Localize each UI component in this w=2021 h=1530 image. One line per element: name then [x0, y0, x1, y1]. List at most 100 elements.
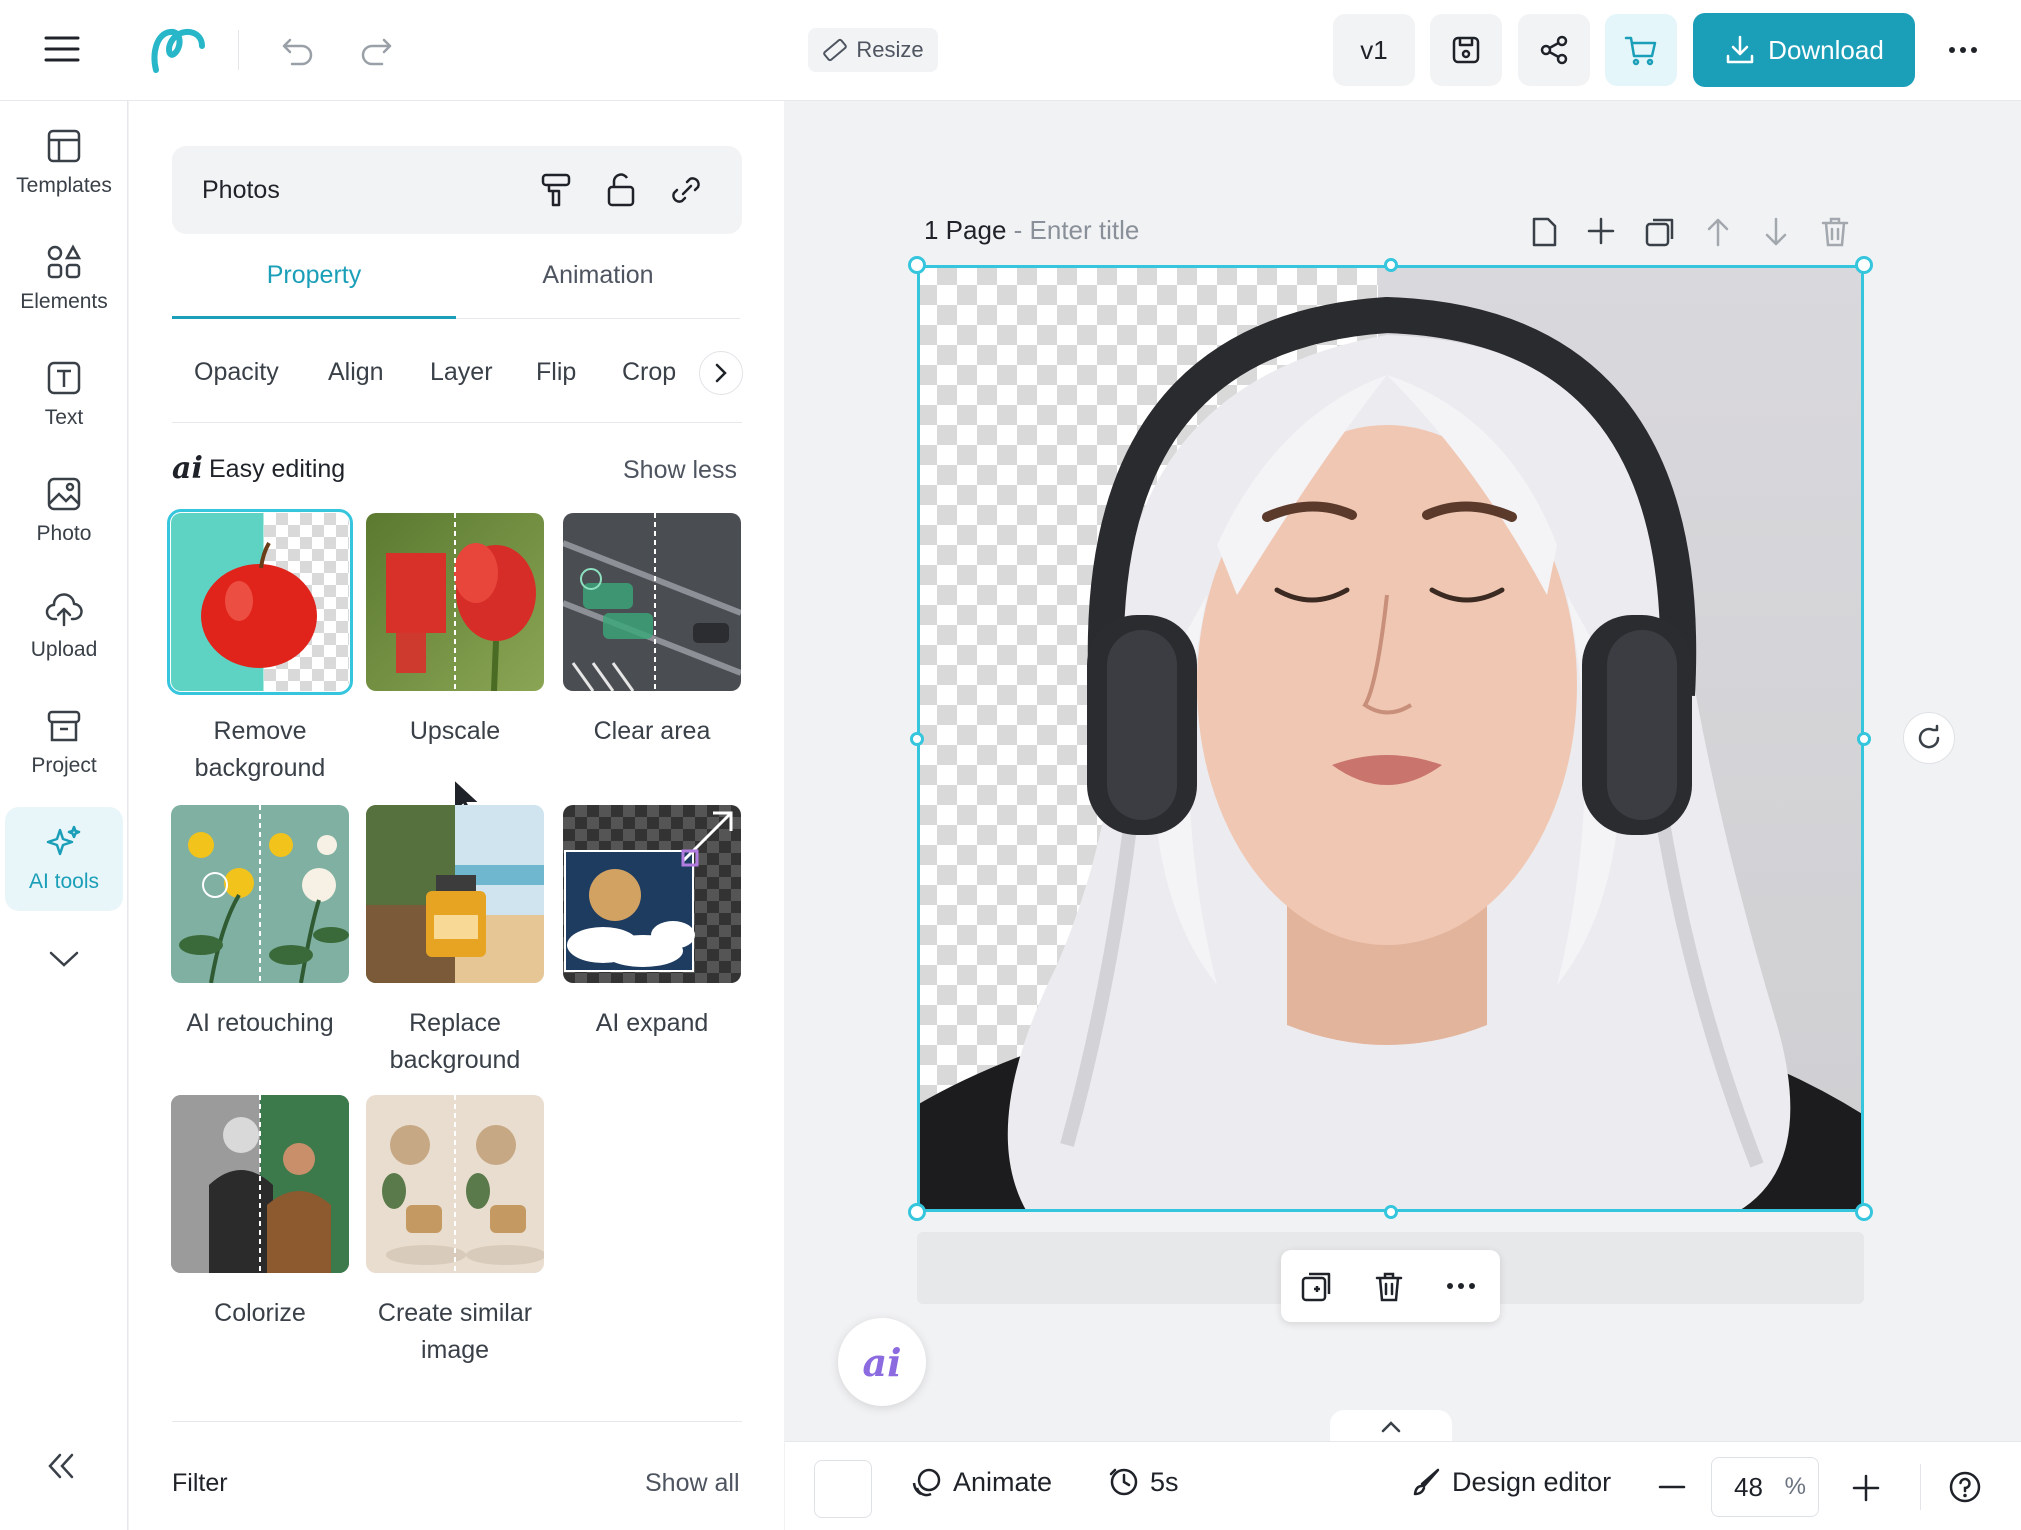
animate-button[interactable]: Animate [911, 1466, 1052, 1498]
cart-icon [1624, 34, 1658, 66]
paint-brush-icon[interactable] [539, 172, 573, 208]
tab-animation[interactable]: Animation [456, 261, 740, 319]
subtab-align[interactable]: Align [328, 358, 384, 387]
resize-handle[interactable] [1857, 732, 1871, 746]
version-button[interactable]: v1 [1333, 14, 1415, 86]
subtab-flip[interactable]: Flip [536, 358, 576, 387]
divider [172, 422, 742, 423]
show-less-button[interactable]: Show less [623, 456, 737, 485]
rail-item-project[interactable]: Project [5, 691, 123, 795]
tool-create-similar-image[interactable]: Create similar image [365, 1095, 545, 1369]
ai-assistant-button[interactable]: ai [838, 1318, 926, 1406]
subtab-opacity[interactable]: Opacity [194, 358, 279, 387]
chevron-down-icon[interactable] [48, 949, 80, 969]
rail-item-ai-tools[interactable]: AI tools [5, 807, 123, 911]
expand-pages-button[interactable] [1330, 1410, 1452, 1444]
ai-icon: ai [862, 1339, 902, 1385]
divider [172, 1421, 742, 1422]
replace-background-thumbnail [366, 805, 544, 983]
resize-handle[interactable] [1384, 258, 1398, 272]
redo-icon[interactable] [358, 32, 394, 68]
remove-background-thumbnail [167, 509, 353, 695]
design-editor-button[interactable]: Design editor [1410, 1466, 1611, 1498]
subtab-crop[interactable]: Crop [622, 358, 676, 387]
rail-item-templates[interactable]: Templates [5, 111, 123, 215]
duplicate-page-icon[interactable] [1644, 216, 1676, 248]
cart-button[interactable] [1605, 14, 1677, 86]
add-page-icon[interactable] [1586, 216, 1616, 246]
tool-colorize[interactable]: Colorize [170, 1095, 350, 1332]
more-options-icon[interactable] [1446, 1282, 1476, 1290]
tab-property[interactable]: Property [172, 261, 456, 319]
page-label: 1 Page - Enter title [924, 215, 1139, 246]
download-button[interactable]: Download [1693, 13, 1915, 87]
upscale-thumbnail [366, 513, 544, 691]
undo-icon[interactable] [280, 32, 316, 68]
elements-icon [46, 244, 82, 280]
resize-button[interactable]: Resize [808, 28, 938, 72]
resize-handle[interactable] [1855, 1203, 1873, 1221]
rail-label: Templates [16, 174, 112, 197]
rotate-button[interactable] [1903, 712, 1955, 764]
app-logo-icon[interactable] [148, 24, 208, 76]
collapse-panel-icon[interactable] [46, 1452, 76, 1480]
delete-page-icon[interactable] [1820, 216, 1850, 248]
chevron-up-icon [1381, 1421, 1401, 1433]
colorize-thumbnail [171, 1095, 349, 1273]
tool-clear-area[interactable]: Clear area [562, 513, 742, 750]
tool-label: Replace background [389, 1009, 521, 1074]
duplicate-icon[interactable] [1299, 1270, 1333, 1304]
rail-item-photo[interactable]: Photo [5, 459, 123, 563]
bottom-bar: Animate 5s Design editor 48 % [785, 1441, 2021, 1530]
link-icon[interactable] [669, 172, 703, 208]
share-button[interactable] [1518, 14, 1590, 86]
tool-label: AI retouching [186, 1009, 334, 1037]
tool-ai-expand[interactable]: AI expand [562, 805, 742, 1042]
duration-button[interactable]: 5s [1108, 1466, 1179, 1498]
tool-upscale[interactable]: Upscale [365, 513, 545, 750]
trash-icon[interactable] [1374, 1270, 1404, 1304]
page-title-input[interactable]: Enter title [1030, 215, 1140, 245]
tool-label: Remove background [194, 717, 326, 782]
zoom-out-icon[interactable] [1658, 1485, 1686, 1489]
divider [238, 30, 239, 70]
resize-handle[interactable] [1855, 256, 1873, 274]
resize-handle[interactable] [1384, 1205, 1398, 1219]
zoom-in-icon[interactable] [1852, 1474, 1880, 1502]
rail-label: Upload [30, 638, 98, 661]
subtab-next-button[interactable] [699, 351, 743, 395]
subtab-layer[interactable]: Layer [430, 358, 493, 387]
rail-item-text[interactable]: Text [5, 343, 123, 447]
lock-open-icon[interactable] [604, 172, 638, 208]
more-options-icon[interactable] [1948, 46, 1978, 54]
tool-remove-background[interactable]: Remove background [167, 509, 353, 787]
resize-handle[interactable] [908, 256, 926, 274]
panel-header-title: Photos [202, 176, 280, 204]
show-all-button[interactable]: Show all [645, 1469, 740, 1498]
resize-handle[interactable] [910, 732, 924, 746]
page-number: 1 Page [924, 215, 1007, 245]
ai-retouching-thumbnail [171, 805, 349, 983]
divider [1920, 1464, 1921, 1510]
rail-item-upload[interactable]: Upload [5, 575, 123, 679]
design-editor-label: Design editor [1452, 1466, 1612, 1497]
separator: - [1013, 215, 1030, 245]
tool-ai-retouching[interactable]: AI retouching [170, 805, 350, 1042]
arrow-up-icon[interactable] [1705, 216, 1731, 248]
filter-title: Filter [172, 1469, 228, 1497]
resize-handle[interactable] [908, 1203, 926, 1221]
create-similar-image-thumbnail [366, 1095, 544, 1273]
tool-replace-background[interactable]: Replace background [365, 805, 545, 1079]
background-color-swatch[interactable] [814, 1460, 872, 1518]
rail-item-elements[interactable]: Elements [5, 227, 123, 331]
zoom-unit: % [1784, 1473, 1806, 1500]
sparkle-icon [46, 824, 82, 860]
save-button[interactable] [1430, 14, 1502, 86]
zoom-input[interactable]: 48 % [1711, 1457, 1819, 1517]
tool-label: AI expand [595, 1009, 709, 1037]
arrow-down-icon[interactable] [1763, 216, 1789, 248]
menu-icon[interactable] [44, 34, 80, 64]
help-icon[interactable] [1948, 1470, 1982, 1504]
animate-label: Animate [953, 1466, 1053, 1497]
page-icon[interactable] [1530, 216, 1558, 248]
